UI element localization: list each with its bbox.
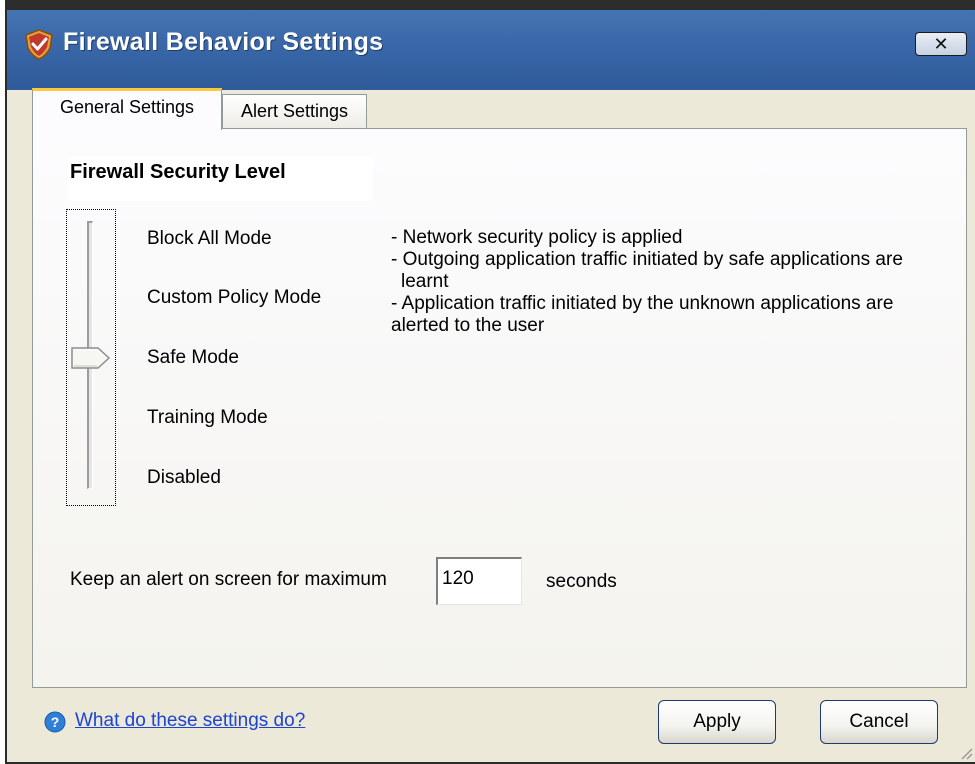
firewall-settings-window: Firewall Behavior Settings ✕ General Set… xyxy=(5,0,975,764)
section-title: Firewall Security Level xyxy=(68,157,373,201)
window-frame-top xyxy=(7,0,975,10)
description-line: - Outgoing application traffic initiated… xyxy=(391,249,903,270)
tab-alert-settings[interactable]: Alert Settings xyxy=(222,94,367,130)
description-line: - Network security policy is applied xyxy=(391,227,683,248)
help-link[interactable]: What do these settings do? xyxy=(75,710,305,732)
description-line: - Application traffic initiated by the u… xyxy=(391,293,894,314)
svg-text:?: ? xyxy=(51,714,60,730)
title-bar[interactable]: Firewall Behavior Settings ✕ xyxy=(7,0,975,90)
tab-general-settings[interactable]: General Settings xyxy=(32,88,222,130)
description-line: learnt xyxy=(401,271,449,292)
close-icon: ✕ xyxy=(933,33,949,54)
help-icon[interactable]: ? xyxy=(44,711,66,733)
resize-grip-icon[interactable] xyxy=(959,746,973,760)
alert-duration-input[interactable]: 120 xyxy=(436,557,522,605)
window-title: Firewall Behavior Settings xyxy=(63,28,384,56)
mode-description: - Network security policy is applied - O… xyxy=(391,227,971,337)
mode-disabled[interactable]: Disabled xyxy=(147,467,221,489)
slider-thumb[interactable] xyxy=(71,347,111,369)
mode-block-all[interactable]: Block All Mode xyxy=(147,228,272,250)
apply-button[interactable]: Apply xyxy=(658,700,776,744)
alert-duration-label: Keep an alert on screen for maximum xyxy=(70,569,387,590)
mode-custom-policy[interactable]: Custom Policy Mode xyxy=(147,287,321,309)
mode-safe[interactable]: Safe Mode xyxy=(147,347,239,369)
cancel-button[interactable]: Cancel xyxy=(820,700,938,744)
shield-icon xyxy=(25,29,53,60)
close-button[interactable]: ✕ xyxy=(915,32,967,56)
mode-training[interactable]: Training Mode xyxy=(147,407,268,429)
general-settings-panel: Firewall Security Level Block All Mode C… xyxy=(32,128,967,688)
alert-duration-unit: seconds xyxy=(546,571,617,592)
description-line: alerted to the user xyxy=(391,315,545,336)
